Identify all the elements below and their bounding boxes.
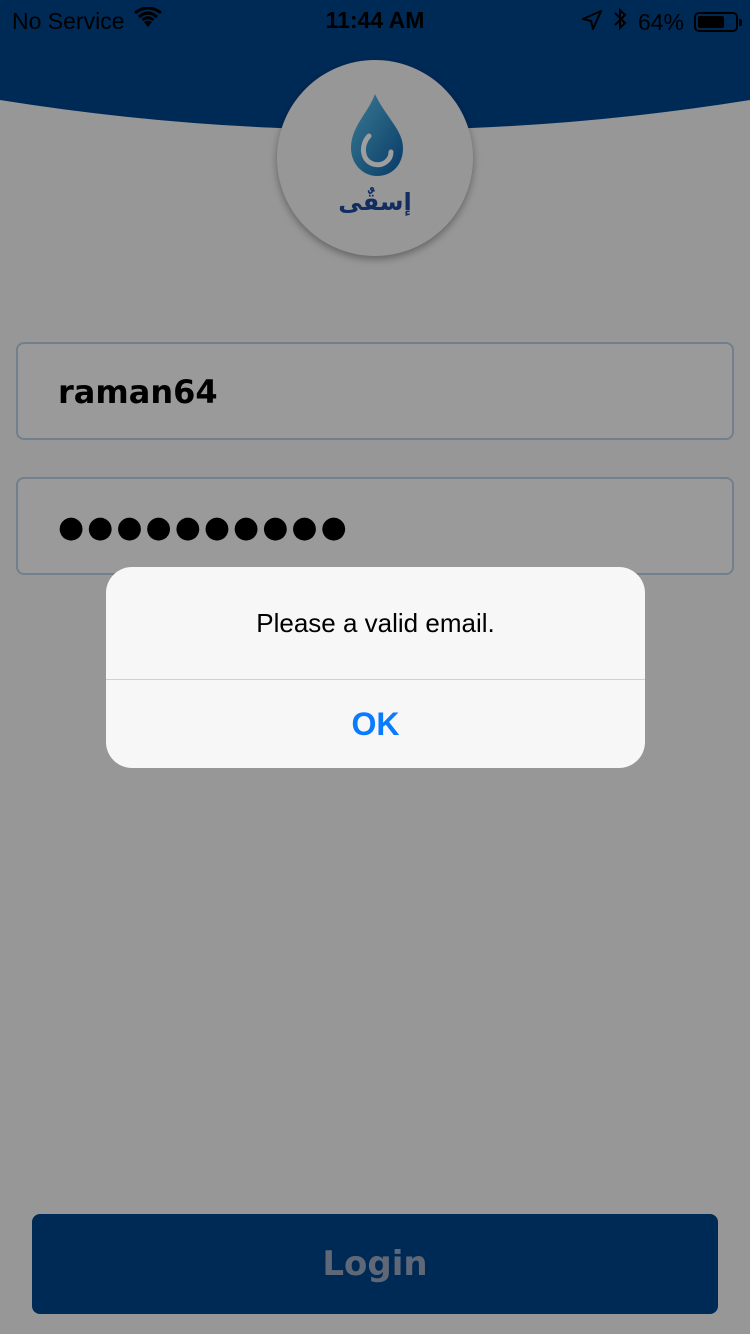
alert-dialog: Please a valid email. OK: [106, 567, 645, 768]
alert-message: Please a valid email.: [256, 607, 495, 638]
alert-ok-button[interactable]: OK: [106, 680, 645, 768]
